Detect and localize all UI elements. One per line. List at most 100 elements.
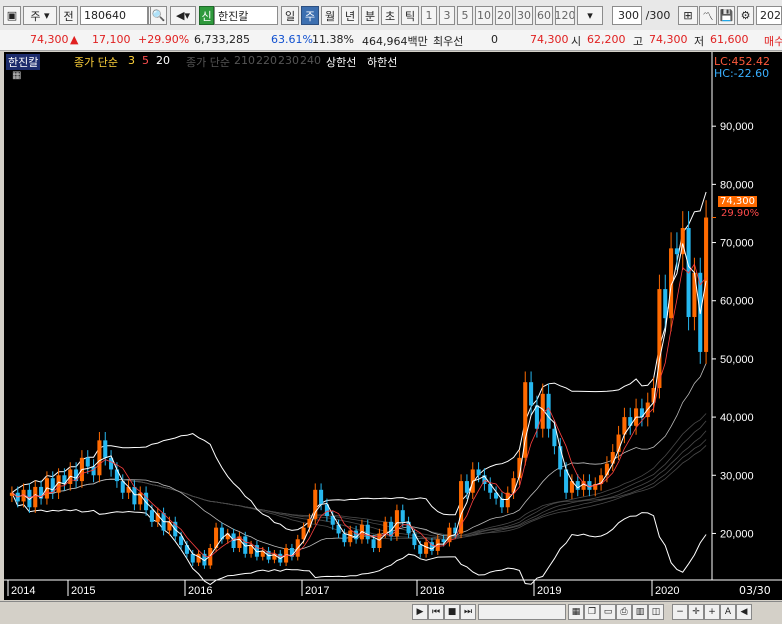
chart-line-icon[interactable]: 〽 [699,6,717,25]
count-input[interactable]: 300 [612,6,642,25]
grid-tool-icon[interactable]: ⊞ [678,6,698,25]
candle-body [354,530,359,540]
period-button-day[interactable]: 일 [281,6,299,25]
high-label: 고 [633,35,644,48]
scroll-toolbar: ▶ ⏮ ■ ⏭ ▦ ❐ ▭ ⎙ ▥ ◫ − ✛ + A ◀ [0,601,782,624]
minute-option[interactable]: 5 [457,6,473,25]
price-chart[interactable]: 20,000 30,000 40,000 50,000 60,000 70,000 80,0… [4,52,782,600]
legend-ma2-210: 210 [234,54,255,67]
y-tick-label: 20,000 [720,528,754,540]
candle-body [400,510,405,522]
search-icon[interactable]: 🔍 [150,6,167,25]
scroll-right-icon[interactable]: ▶ [412,604,428,620]
minute-option[interactable]: 20 [495,6,513,25]
stock-badge: 신 [199,6,214,25]
copy-icon[interactable]: ❐ [584,604,600,620]
candle-body [663,289,668,319]
low-price: 61,600 [710,33,749,46]
split-icon[interactable]: ◫ [648,604,664,620]
minute-option[interactable]: 60 [535,6,553,25]
save-icon[interactable]: 💾 [718,6,735,25]
last-page-icon[interactable]: ⏭ [460,604,476,620]
period-button-year[interactable]: 년 [341,6,359,25]
date-value: 2020 [760,9,781,22]
legend-ma-20: 20 [156,54,170,67]
code-value: 180640 [84,9,126,22]
candle-body [126,486,131,493]
date-input[interactable]: 2020 [756,6,782,25]
first-page-icon[interactable]: ⏮ [428,604,444,620]
zoom-slider[interactable] [478,604,566,620]
candle-body [476,469,481,476]
candle-body [383,521,388,534]
x-tick-label: 2016 [188,585,212,597]
candle-body [529,382,534,406]
y-tick-label: 40,000 [720,412,754,424]
legend-ma2-220: 220 [256,54,277,67]
period-button-month[interactable]: 월 [321,6,339,25]
turnover: 11.38% [312,33,354,46]
period-type-select[interactable]: 주 ▾ [23,6,57,25]
speaker-icon[interactable]: ◀▾ [170,6,196,25]
last-pct-tag: 29.90% [721,208,760,219]
x-tick-label: 2017 [305,585,329,597]
volume: 6,733,285 [194,33,250,46]
high-price: 74,300 [649,33,688,46]
minute-option[interactable]: 3 [439,6,455,25]
crosshair-icon[interactable]: ✛ [688,604,704,620]
up-arrow-icon: ▲ [70,33,79,46]
legend-ma2-title: 종가 단순 [186,56,230,69]
legend-ma-5: 5 [142,54,149,67]
candle-body [114,469,119,482]
candle-body [149,510,154,522]
open-price: 62,200 [587,33,626,46]
hc-tag: HC:-22.60 [714,67,770,80]
period-button-week[interactable]: 주 [301,6,319,25]
grid-view-icon[interactable]: ▦ [568,604,584,620]
candle-body [365,524,370,540]
stop-icon[interactable]: ■ [444,604,460,620]
period-button-minute[interactable]: 분 [361,6,379,25]
legend-upper-limit: 상한선 [326,56,357,69]
trade-button[interactable]: 매수 [764,33,782,49]
minute-option[interactable]: 120 [555,6,575,25]
y-tick-label: 80,000 [720,179,754,191]
minute-option[interactable]: 1 [421,6,437,25]
layout-icon[interactable]: ▥ [632,604,648,620]
y-tick-label: 70,000 [720,238,754,250]
minute-option[interactable]: 30 [515,6,533,25]
stock-name-field[interactable]: 한진칼 [214,6,278,25]
scroll-left-icon[interactable]: ◀ [736,604,752,620]
prev-button[interactable]: 전 [59,6,78,25]
date-label: 03/30 [739,584,771,597]
candle-body [371,539,376,548]
minute-option[interactable]: 10 [475,6,493,25]
window-menu-icon[interactable]: ▣ [3,6,21,25]
zoom-out-icon[interactable]: − [672,604,688,620]
chevron-down-icon[interactable]: ▾ [577,6,603,25]
grid-icon[interactable]: ▦ [12,70,21,81]
price-chart-area[interactable]: 20,000 30,000 40,000 50,000 60,000 70,000 80,0… [4,52,782,600]
zoom-in-icon[interactable]: + [704,604,720,620]
print-icon[interactable]: ⎙ [616,604,632,620]
text-tool-icon[interactable]: A [720,604,736,620]
stock-name-value: 한진칼 [218,9,249,23]
candle-body [704,217,709,352]
window-icon[interactable]: ▭ [600,604,616,620]
hoga-value: 0 [491,33,498,46]
candle-body [575,481,580,490]
candle-body [144,492,149,511]
gear-icon[interactable]: ⚙ [737,6,754,25]
code-input[interactable]: 180640 [80,6,148,25]
period-button-second[interactable]: 초 [381,6,399,25]
candle-body [610,452,615,464]
open-label: 시 [571,35,582,48]
count-value: 300 [618,9,639,22]
legend-ma-3: 3 [128,54,135,67]
toolbar: ▣ 주 ▾ 전 180640 ▾ 🔍 ◀▾ 신 한진칼 일 주 월 년 분 초 … [0,0,782,31]
period-button-tick[interactable]: 틱 [401,6,419,25]
candle-body [313,489,318,519]
legend-ma-title: 종가 단순 [74,56,118,69]
volume-ratio: 63.61% [271,33,313,46]
low-label: 저 [694,35,705,48]
